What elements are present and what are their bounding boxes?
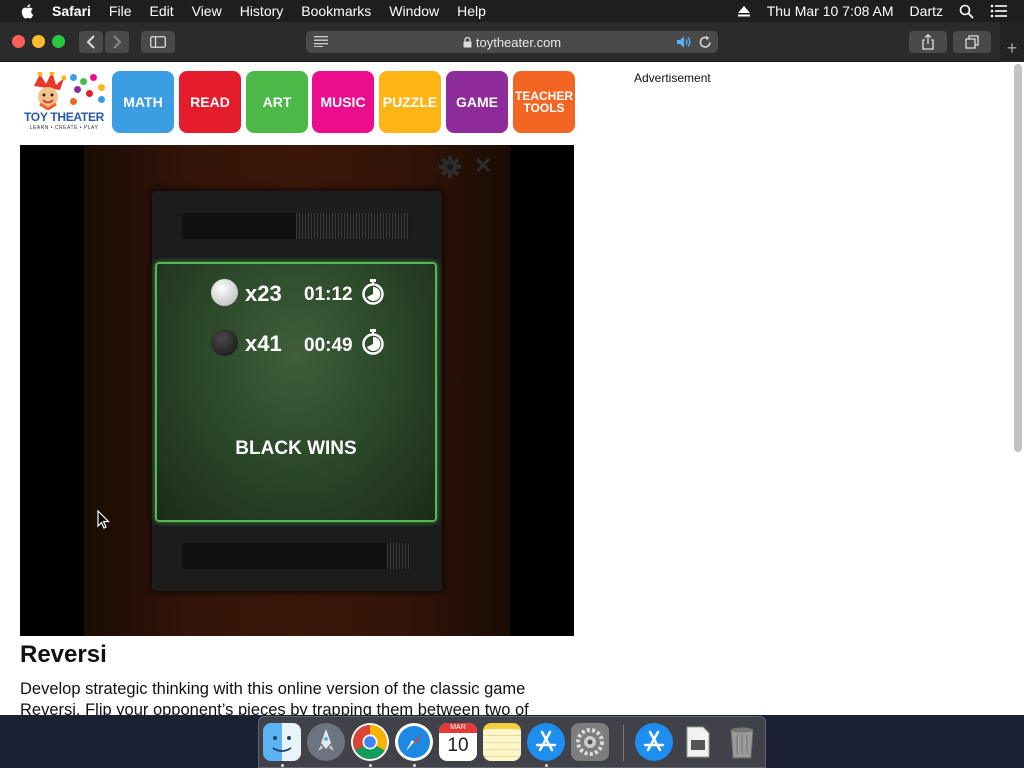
forward-button[interactable] — [105, 31, 129, 53]
calendar-icon[interactable]: MAR 10 — [439, 723, 477, 761]
white-piece-count: x23 — [245, 281, 282, 306]
close-game-icon[interactable]: ✕ — [474, 153, 492, 179]
settings-gear-icon[interactable] — [438, 155, 462, 179]
finder-icon[interactable] — [263, 723, 301, 761]
mouse-cursor-icon — [97, 510, 110, 529]
nav-puzzle[interactable]: PUZZLE — [379, 71, 441, 133]
nav-math[interactable]: MATH — [112, 71, 174, 133]
menu-clock[interactable]: Thu Mar 10 7:08 AM — [767, 3, 894, 19]
game-title: Reversi — [20, 641, 107, 668]
game-over-panel: x23 01:12 x41 00:49 BLACK WINS — [155, 262, 437, 522]
calendar-day: 10 — [447, 735, 469, 756]
url-text: toytheater.com — [475, 34, 562, 50]
sidebar-button[interactable] — [141, 31, 175, 53]
lock-icon — [463, 36, 472, 47]
notification-center-icon[interactable] — [990, 4, 1008, 18]
advertisement-label: Advertisement — [634, 71, 711, 85]
nav-art[interactable]: ART — [246, 71, 308, 133]
nav-read[interactable]: READ — [179, 71, 241, 133]
black-timer-text: 00:49 — [304, 335, 353, 356]
address-bar[interactable]: toytheater.com — [306, 31, 718, 53]
chevron-right-icon — [113, 35, 122, 49]
notes-icon[interactable] — [483, 723, 521, 761]
white-timer-fill — [296, 213, 410, 239]
audio-playing-icon[interactable] — [676, 35, 692, 49]
back-button[interactable] — [79, 31, 103, 53]
eject-icon[interactable] — [737, 5, 751, 17]
preview-icon[interactable] — [679, 723, 717, 761]
nav-teacher-tools[interactable]: TEACHER TOOLS — [513, 71, 575, 133]
black-piece-icon — [211, 329, 238, 356]
reversi-game[interactable]: ✕ x23 01:12 x41 00:49 BLACK WINS — [20, 145, 574, 636]
menu-window[interactable]: Window — [389, 3, 439, 19]
app-store-icon[interactable] — [527, 723, 565, 761]
menu-app-name[interactable]: Safari — [52, 3, 91, 19]
chevron-left-icon — [86, 35, 95, 49]
share-button[interactable] — [909, 31, 947, 53]
tab-overview-button[interactable] — [953, 31, 991, 53]
safari-icon[interactable] — [395, 723, 433, 761]
launchpad-icon[interactable] — [307, 723, 345, 761]
toy-theater-logo[interactable]: TOY THEATER LEARN • CREATE • PLAY — [22, 70, 106, 134]
apple-menu-icon[interactable] — [20, 3, 36, 19]
zoom-window-button[interactable] — [52, 35, 65, 48]
web-page: TOY THEATER LEARN • CREATE • PLAY MATH R… — [0, 62, 1024, 715]
dock-separator — [623, 725, 624, 761]
nav-game[interactable]: GAME — [446, 71, 508, 133]
logo-tagline: LEARN • CREATE • PLAY — [29, 125, 99, 131]
stopwatch-icon — [362, 329, 384, 355]
nav-music[interactable]: MUSIC — [312, 71, 374, 133]
sidebar-icon — [150, 36, 166, 48]
logo-name: TOY THEATER — [23, 110, 105, 124]
menu-help[interactable]: Help — [457, 3, 486, 19]
black-timer-fill — [387, 543, 410, 569]
menu-history[interactable]: History — [240, 3, 284, 19]
spotlight-search-icon[interactable] — [959, 4, 974, 19]
tabs-icon — [965, 35, 979, 49]
running-indicator — [369, 764, 372, 767]
game-description: Develop strategic thinking with this onl… — [20, 679, 580, 715]
black-piece-count: x41 — [245, 331, 282, 356]
dock: MAR 10 — [258, 716, 766, 768]
menu-file[interactable]: File — [109, 3, 132, 19]
share-icon — [922, 34, 934, 50]
system-preferences-icon[interactable] — [571, 723, 609, 761]
close-window-button[interactable] — [12, 35, 25, 48]
minimize-window-button[interactable] — [32, 35, 45, 48]
menu-view[interactable]: View — [192, 3, 222, 19]
running-indicator — [281, 764, 284, 767]
white-timer-bar — [182, 213, 410, 239]
page-scrollbar[interactable] — [1014, 64, 1022, 452]
menu-bookmarks[interactable]: Bookmarks — [301, 3, 371, 19]
browser-toolbar: toytheater.com + — [0, 22, 1024, 62]
menu-user[interactable]: Dartz — [910, 3, 943, 19]
white-timer-text: 01:12 — [304, 284, 353, 305]
running-indicator — [545, 764, 548, 767]
app-store-download-icon[interactable] — [635, 723, 673, 761]
reader-view-icon[interactable] — [314, 35, 328, 47]
menu-bar: Safari File Edit View History Bookmarks … — [0, 0, 1024, 22]
trash-icon[interactable] — [723, 723, 761, 761]
calendar-month: MAR — [439, 723, 477, 733]
new-tab-button[interactable]: + — [1000, 22, 1024, 62]
stopwatch-icon — [362, 279, 384, 305]
jester-logo-icon — [34, 72, 66, 110]
reload-icon[interactable] — [699, 35, 712, 49]
chrome-icon[interactable] — [351, 723, 389, 761]
white-piece-icon — [211, 279, 238, 306]
description-line-1: Develop strategic thinking with this onl… — [20, 680, 526, 698]
description-line-2: Reversi. Flip your opponent’s pieces by … — [20, 701, 529, 715]
black-timer-bar — [182, 543, 410, 569]
game-result-text: BLACK WINS — [235, 438, 357, 459]
running-indicator — [413, 764, 416, 767]
menu-edit[interactable]: Edit — [149, 3, 173, 19]
